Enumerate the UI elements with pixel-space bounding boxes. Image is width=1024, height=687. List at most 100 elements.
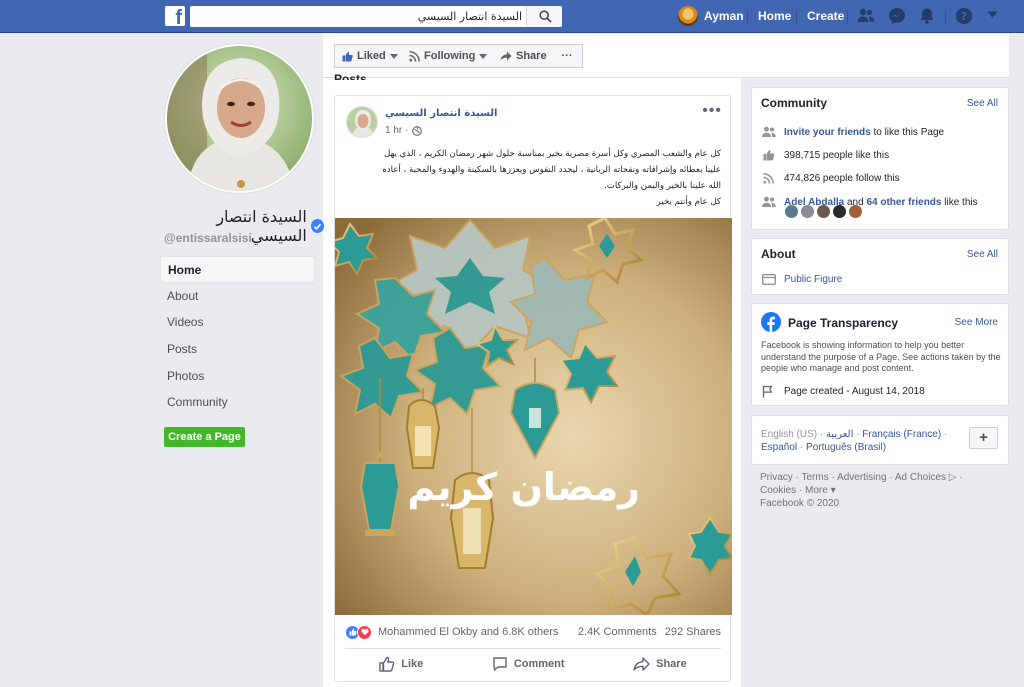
comments-count[interactable]: 2.4K Comments bbox=[578, 626, 657, 638]
globe-icon bbox=[412, 125, 423, 136]
more-options-button[interactable]: ··· bbox=[552, 44, 583, 68]
page-action-bar: Liked Following Share ··· bbox=[323, 34, 1009, 78]
avatar[interactable] bbox=[849, 205, 862, 218]
share-page-button[interactable]: Share bbox=[493, 44, 555, 68]
left-nav-item-home[interactable]: Home bbox=[160, 256, 315, 283]
avatar[interactable] bbox=[801, 205, 814, 218]
avatar[interactable] bbox=[817, 205, 830, 218]
thumbs-up-icon bbox=[763, 150, 774, 161]
left-nav-item-about[interactable]: About bbox=[160, 283, 315, 310]
notifications-bell-icon[interactable] bbox=[918, 7, 936, 25]
post-text: كل عام والشعب المصري وكل أسرة مصرية بخير… bbox=[345, 146, 721, 210]
post-text-line: كل عام والشعب المصري وكل أسرة مصرية بخير… bbox=[384, 149, 721, 159]
svg-text:?: ? bbox=[961, 10, 967, 23]
share-arrow-icon bbox=[500, 51, 512, 61]
about-card: About See All Public Figure bbox=[751, 238, 1009, 295]
post-options-icon[interactable]: ••• bbox=[702, 102, 722, 120]
left-nav-item-posts[interactable]: Posts bbox=[160, 336, 315, 363]
post-author-name[interactable]: السيدة انتصار السيسي bbox=[385, 108, 497, 119]
comment-label: Comment bbox=[513, 657, 565, 670]
avatar bbox=[678, 6, 698, 26]
following-button[interactable]: Following bbox=[402, 44, 496, 68]
liked-label: Liked bbox=[357, 50, 386, 62]
other-friends-link[interactable]: 64 other friends bbox=[866, 197, 941, 208]
liked-button[interactable]: Liked bbox=[334, 44, 406, 68]
separator: · bbox=[819, 429, 824, 440]
community-see-all-link[interactable]: See All bbox=[967, 98, 998, 109]
transparency-see-more-link[interactable]: See More bbox=[955, 317, 998, 328]
invite-friends-link[interactable]: Invite your friends bbox=[784, 127, 871, 138]
post-action-bar: Like Comment Share bbox=[345, 648, 721, 678]
messenger-icon[interactable] bbox=[888, 7, 906, 25]
people-icon bbox=[761, 196, 776, 207]
shares-count[interactable]: 292 Shares bbox=[665, 626, 721, 638]
search-icon bbox=[539, 10, 552, 23]
reactions-text[interactable]: Mohammed El Okby and 6.8K others bbox=[378, 626, 558, 638]
post-reactions-summary: Mohammed El Okby and 6.8K others 2.4K Co… bbox=[345, 623, 721, 641]
friend-rest-text: like this bbox=[944, 196, 978, 208]
divider bbox=[747, 10, 748, 24]
post-timestamp[interactable]: 1 hr · bbox=[385, 125, 423, 136]
about-title: About bbox=[761, 247, 796, 261]
footer-line-1[interactable]: Privacy · Terms · Advertising · Ad Choic… bbox=[760, 471, 1008, 484]
comment-bubble-icon bbox=[493, 656, 507, 671]
left-nav-item-community[interactable]: Community bbox=[160, 389, 315, 416]
page-handle[interactable]: @entissaralsisi bbox=[164, 231, 252, 245]
ramadan-kareem-artwork: رمضان كريم bbox=[335, 218, 732, 615]
share-post-button[interactable]: Share bbox=[633, 656, 687, 671]
post-text-line: علينا بعطائه وإشراقاته ونفحاته الربانية … bbox=[382, 165, 721, 175]
nav-create-link[interactable]: Create bbox=[807, 9, 844, 23]
left-nav-item-photos[interactable]: Photos bbox=[160, 363, 315, 390]
category-link[interactable]: Public Figure bbox=[784, 274, 842, 285]
page-created-text: Page created - August 14, 2018 bbox=[784, 386, 925, 397]
nav-profile-link[interactable]: Ayman bbox=[678, 5, 744, 27]
verified-badge-icon bbox=[310, 219, 324, 233]
avatar[interactable] bbox=[833, 205, 846, 218]
page-profile-picture[interactable] bbox=[165, 44, 314, 193]
search-button[interactable] bbox=[526, 6, 562, 27]
invite-rest-text: to like this Page bbox=[873, 126, 945, 138]
people-icon bbox=[761, 126, 776, 137]
post-image[interactable]: رمضان كريم bbox=[335, 218, 732, 615]
rss-follow-icon bbox=[763, 173, 774, 184]
follows-count-text[interactable]: 474,826 people follow this bbox=[784, 173, 900, 184]
footer-line-2[interactable]: Cookies · More ▾ bbox=[760, 484, 1008, 497]
create-page-button[interactable]: Create a Page bbox=[164, 427, 245, 447]
chevron-down-icon[interactable] bbox=[987, 11, 998, 19]
page-follows-row: 474,826 people follow this bbox=[761, 173, 900, 184]
share-arrow-icon bbox=[633, 656, 650, 671]
share-label: Share bbox=[656, 657, 687, 670]
about-see-all-link[interactable]: See All bbox=[967, 249, 998, 260]
help-icon[interactable]: ? bbox=[955, 7, 973, 25]
comment-button[interactable]: Comment bbox=[492, 656, 565, 672]
share-label: Share bbox=[516, 50, 547, 62]
transparency-title: Page Transparency bbox=[788, 316, 899, 330]
invite-friends-row: Invite your friends to like this Page bbox=[761, 126, 944, 138]
page-likes-row: 398,715 people like this bbox=[761, 149, 889, 161]
language-link-french[interactable]: Français (France) bbox=[862, 429, 941, 440]
category-icon bbox=[761, 274, 776, 285]
left-navigation: Home About Videos Posts Photos Community bbox=[160, 256, 315, 416]
language-link-portuguese[interactable]: Português (Brasil) bbox=[806, 442, 886, 453]
facebook-logo-icon[interactable]: f bbox=[165, 6, 185, 26]
post-author-avatar[interactable] bbox=[346, 106, 378, 138]
left-nav-item-videos[interactable]: Videos bbox=[160, 309, 315, 336]
post-card: السيدة انتصار السيسي 1 hr · ••• كل عام و… bbox=[334, 95, 732, 682]
separator: · bbox=[799, 442, 804, 453]
friend-requests-icon[interactable] bbox=[857, 7, 875, 25]
post-time-text: 1 hr · bbox=[385, 125, 409, 136]
language-link-arabic[interactable]: العربية bbox=[826, 429, 853, 440]
avatar[interactable] bbox=[785, 205, 798, 218]
community-card: Community See All Invite your friends to… bbox=[751, 87, 1009, 230]
search-input[interactable] bbox=[196, 6, 526, 27]
nav-home-link[interactable]: Home bbox=[758, 9, 791, 23]
like-button[interactable]: Like bbox=[379, 656, 423, 672]
flag-icon bbox=[762, 385, 773, 398]
profile-photo bbox=[167, 46, 312, 191]
friends-avatars bbox=[785, 205, 862, 218]
caret-down-icon bbox=[389, 53, 398, 59]
likes-count-text[interactable]: 398,715 people like this bbox=[784, 150, 889, 161]
language-link-spanish[interactable]: Español bbox=[761, 442, 797, 453]
following-label: Following bbox=[424, 50, 476, 62]
add-language-button[interactable]: + bbox=[969, 427, 998, 449]
